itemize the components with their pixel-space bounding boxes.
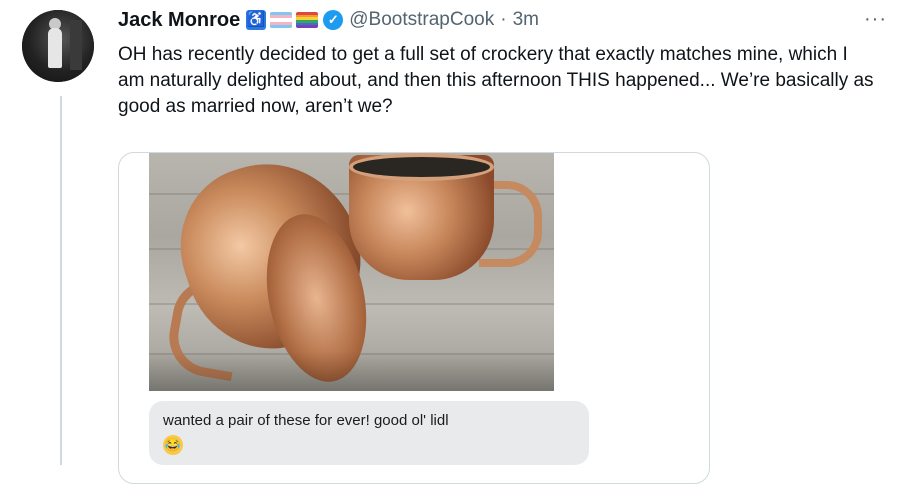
verified-badge-icon: ✓ xyxy=(323,10,344,30)
accessibility-icon: ♿ xyxy=(246,10,267,30)
avatar-detail xyxy=(70,20,82,70)
message-bubble: wanted a pair of these for ever! good ol… xyxy=(149,401,589,465)
flag-icon-trans xyxy=(270,12,293,28)
thread-line xyxy=(60,96,62,465)
message-text: wanted a pair of these for ever! good ol… xyxy=(163,412,449,429)
timestamp[interactable]: 3m xyxy=(513,9,539,31)
tweet-text: OH has recently decided to get a full se… xyxy=(118,44,874,117)
copper-mug-rim xyxy=(349,153,494,181)
separator-dot: · xyxy=(500,9,507,30)
avatar-figure xyxy=(48,28,62,68)
laughing-emoji-icon: 😂 xyxy=(163,435,183,455)
avatar[interactable] xyxy=(22,10,94,82)
more-options-icon[interactable]: ··· xyxy=(864,8,887,31)
media-card[interactable]: wanted a pair of these for ever! good ol… xyxy=(118,152,710,484)
flag-icon-pride xyxy=(296,12,319,28)
photo-shadow xyxy=(149,351,554,391)
author-handle[interactable]: @BootstrapCook xyxy=(349,9,494,31)
mug-photo[interactable] xyxy=(149,153,554,391)
author-name[interactable]: Jack Monroe xyxy=(118,9,240,32)
tweet-header: Jack Monroe ♿ ✓ @BootstrapCook · 3m xyxy=(118,4,539,36)
